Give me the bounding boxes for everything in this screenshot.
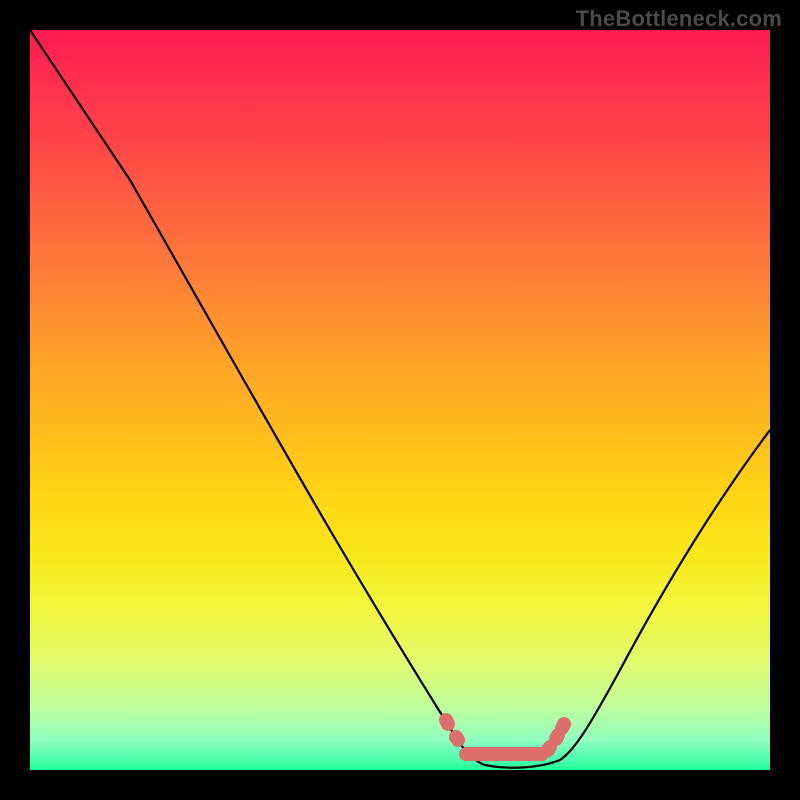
chart-stage: TheBottleneck.com <box>0 0 800 800</box>
bottleneck-curve-svg <box>30 30 770 770</box>
plot-area <box>30 30 770 770</box>
bottleneck-curve-path <box>30 30 770 768</box>
watermark-text: TheBottleneck.com <box>576 6 782 32</box>
optimal-band-marker <box>446 720 564 754</box>
